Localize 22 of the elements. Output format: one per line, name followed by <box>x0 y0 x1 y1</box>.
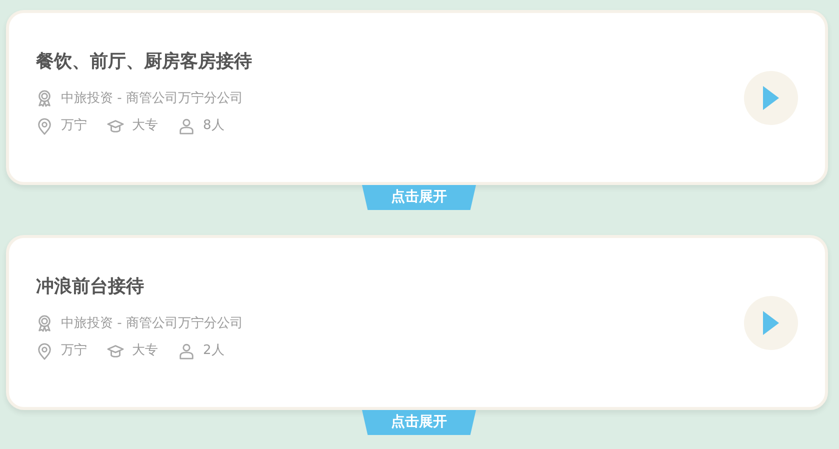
headcount-text: 2人 <box>203 342 224 360</box>
person-icon <box>178 342 195 360</box>
graduation-cap-icon <box>107 342 124 360</box>
play-icon <box>762 86 780 110</box>
person-icon <box>178 118 195 135</box>
play-icon <box>762 310 780 334</box>
location-icon <box>36 118 53 135</box>
company-name: 中旅投资 - 商管公司万宁分公司 <box>61 90 243 108</box>
job-card[interactable]: 冲浪前台接待 中旅投资 - 商管公司万宁分公司 万宁 大专 2人 <box>6 235 828 410</box>
location-text: 万宁 <box>61 342 87 360</box>
location-icon <box>36 342 53 360</box>
award-icon <box>36 90 53 108</box>
headcount-text: 8人 <box>203 117 224 136</box>
job-card[interactable]: 餐饮、前厅、厨房客房接待 中旅投资 - 商管公司万宁分公司 万宁 大专 8人 <box>6 10 828 185</box>
job-title: 餐饮、前厅、厨房客房接待 <box>36 51 252 73</box>
company-name: 中旅投资 - 商管公司万宁分公司 <box>61 314 243 333</box>
award-icon <box>36 315 53 332</box>
graduation-cap-icon <box>107 118 124 135</box>
education-text: 大专 <box>132 117 158 136</box>
location-text: 万宁 <box>61 117 87 136</box>
job-title: 冲浪前台接待 <box>36 276 145 298</box>
education-text: 大专 <box>132 342 158 360</box>
